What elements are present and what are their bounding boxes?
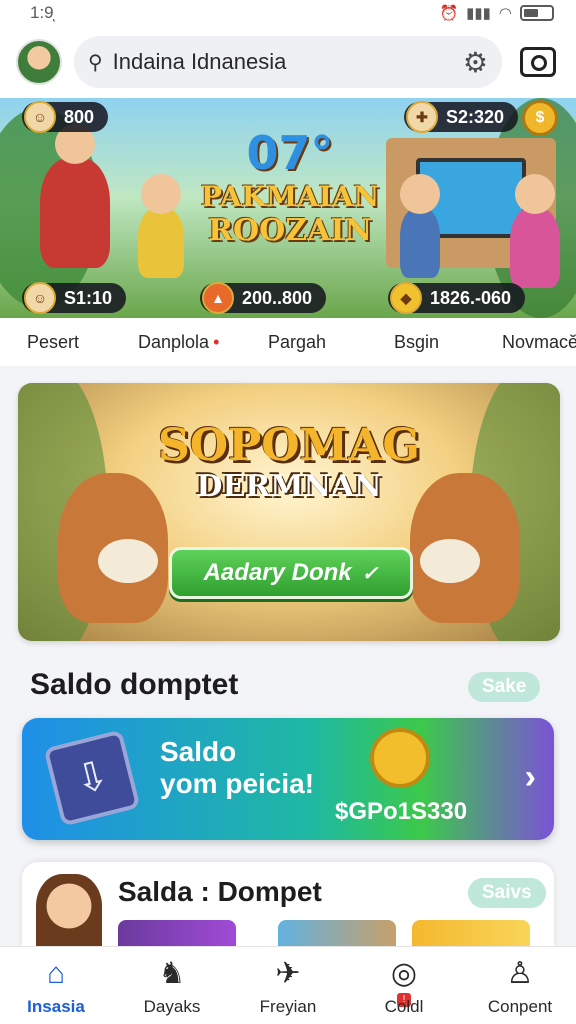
wallet-book-icon: ⇩ <box>43 729 141 827</box>
stat-pill-top-right: ✚ S2:320 <box>404 101 519 133</box>
player-icon: ☺ <box>24 282 56 314</box>
nav-item-insasia[interactable]: ⌂ Insasia <box>6 955 106 1017</box>
gear-icon[interactable]: ⚙ <box>463 46 488 79</box>
gold-icon: ◆ <box>390 282 422 314</box>
stat-value: 1826.-060 <box>430 287 512 308</box>
search-icon: ⚲ <box>88 51 103 74</box>
nav-item-dayaks[interactable]: ♞ Dayaks <box>122 955 222 1017</box>
wallet-badge[interactable]: Sake <box>468 672 541 702</box>
search-bar[interactable]: ⚲ Indaina Idnanesia ⚙ <box>74 36 502 88</box>
hero-character-girl <box>138 174 184 278</box>
puzzle-icon: ✚ <box>406 101 438 133</box>
bottom-navigation: ⌂ Insasia ♞ Dayaks ✈ Freyian ◎! Coldl ♙ … <box>0 946 576 1024</box>
coin-icon <box>370 728 430 788</box>
section-title-wallet: Saldo domptet <box>30 668 239 701</box>
coin-icon: ◎! <box>390 957 418 1007</box>
nav-item-coldl[interactable]: ◎! Coldl <box>354 955 454 1017</box>
stat-pill-bottom-mid: ▲ 200..800 <box>200 282 327 314</box>
hero-character-explorer <box>40 124 110 268</box>
wallet-card-line1: Saldo <box>160 736 237 767</box>
promo-banner[interactable]: SOPOMAG DERMNAN Aadary Donk ✓ <box>18 383 560 641</box>
category-tabs: Pesert Danplola • Pargah Bsgin Novmacĕ <box>0 318 576 366</box>
tab-novmace[interactable]: Novmacĕ <box>502 332 576 353</box>
battery-icon <box>520 5 554 21</box>
tab-label: Danplola <box>138 332 210 352</box>
stat-pill-bottom-left: ☺ S1:10 <box>22 282 127 314</box>
stat-value: S2:320 <box>446 106 505 127</box>
profile-icon: ♙ <box>506 957 534 990</box>
hero-character-boy <box>400 174 440 278</box>
user-avatar[interactable] <box>16 39 62 85</box>
status-icons: ⏰ ▮▮▮ ◠ <box>439 4 554 22</box>
stat-value: 800 <box>64 106 95 127</box>
wallet-card[interactable]: ⇩ Saldo yom peicia! $GPo1S330 › <box>22 718 554 840</box>
promo-title-line2: DERMNAN <box>196 469 382 505</box>
wifi-icon: ◠ <box>498 5 512 22</box>
camera-icon[interactable] <box>520 47 556 77</box>
tab-bsgin[interactable]: Bsgin <box>394 332 439 353</box>
nav-label: Dayaks <box>143 997 201 1016</box>
player-icon: ☺ <box>24 101 56 133</box>
hero-banner[interactable]: 07° PAKMAIAN ROOZAIN ☺ 800 ✚ S2:320 $ ☺ … <box>0 98 576 318</box>
promo-title-line1: SOPOMAG <box>158 420 420 471</box>
alarm-icon: ⏰ <box>439 5 459 22</box>
hero-title: 07° PAKMAIAN ROOZAIN <box>190 126 390 248</box>
tab-danplola[interactable]: Danplola • <box>138 332 219 353</box>
signal-icon: ▮▮▮ <box>466 5 491 22</box>
search-input[interactable]: Indaina Idnanesia <box>113 49 453 75</box>
nav-label: Insasia <box>27 997 85 1016</box>
tab-pesert[interactable]: Pesert <box>27 332 79 353</box>
hero-number: 07° <box>246 126 334 180</box>
hero-title-line2: ROOZAIN <box>208 213 372 248</box>
stat-pill-top-left: ☺ 800 <box>22 101 109 133</box>
stat-pill-bottom-right: ◆ 1826.-060 <box>388 282 526 314</box>
notification-dot-icon: • <box>213 332 220 352</box>
wallet-card-line2: yom peicia! <box>160 768 315 800</box>
dompet-badge[interactable]: Saivs <box>468 878 546 908</box>
wallet-amount: $GPo1S330 <box>335 798 468 825</box>
nav-item-conpent[interactable]: ♙ Conpent <box>470 955 570 1017</box>
game-icon: ♞ <box>158 957 186 990</box>
rocket-icon: ✈ <box>275 957 301 990</box>
nav-label: Coldl <box>384 997 424 1016</box>
chevron-right-icon[interactable]: › <box>525 758 536 797</box>
nav-label: Conpent <box>487 997 553 1016</box>
status-bar: 1:9ͅ ⏰ ▮▮▮ ◠ <box>0 0 576 26</box>
hero-title-line1: PAKMAIAN <box>200 180 380 213</box>
promo-button-label: Aadary Donk <box>203 559 352 586</box>
status-time: 1:9ͅ <box>30 3 54 22</box>
app-header: ⚲ Indaina Idnanesia ⚙ <box>0 26 576 98</box>
tab-pargah[interactable]: Pargah <box>268 332 326 353</box>
hero-character-woman <box>510 174 560 288</box>
nav-label: Freyian <box>259 997 317 1016</box>
nav-item-freyian[interactable]: ✈ Freyian <box>238 955 338 1017</box>
stat-value: 200..800 <box>242 287 313 308</box>
character-avatar <box>36 874 102 954</box>
coin-icon: $ <box>522 100 558 136</box>
promo-title: SOPOMAG DERMNAN <box>138 420 440 505</box>
fire-icon: ▲ <box>202 282 234 314</box>
dompet-title: Salda : Dompet <box>118 876 322 907</box>
stat-value: S1:10 <box>64 287 113 308</box>
check-icon: ✓ <box>361 562 379 585</box>
wallet-card-text: Saldo yom peicia! <box>160 736 314 800</box>
home-icon: ⌂ <box>46 957 66 990</box>
promo-action-button[interactable]: Aadary Donk ✓ <box>169 547 413 599</box>
